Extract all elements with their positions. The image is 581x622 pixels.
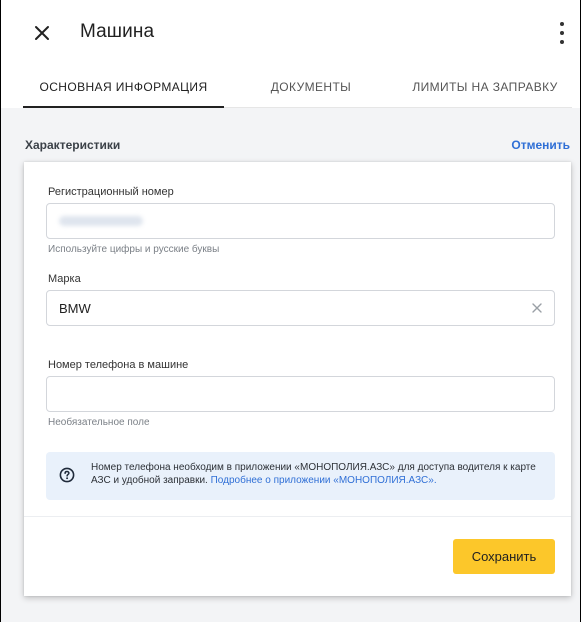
app-info-link[interactable]: Подробнее о приложении «МОНОПОЛИЯ.АЗС». bbox=[211, 475, 437, 486]
phone-input[interactable] bbox=[46, 376, 555, 412]
cancel-link[interactable]: Отменить bbox=[511, 138, 570, 152]
card-divider bbox=[24, 516, 571, 517]
tab-main-info[interactable]: Основная информация bbox=[23, 66, 224, 108]
tab-documents[interactable]: Документы bbox=[224, 66, 398, 108]
registration-value-blurred bbox=[59, 216, 143, 226]
section-title: Характеристики bbox=[25, 138, 121, 152]
phone-label: Номер телефона в машине bbox=[48, 359, 189, 371]
registration-label: Регистрационный номер bbox=[48, 186, 174, 198]
close-icon[interactable] bbox=[32, 23, 52, 43]
registration-input[interactable] bbox=[46, 203, 555, 239]
phone-helper: Необязательное поле bbox=[48, 417, 150, 428]
info-banner: Номер телефона необходим в приложении «М… bbox=[46, 452, 555, 500]
characteristics-card: Регистрационный номер Используйте цифры … bbox=[24, 162, 571, 596]
vehicle-dialog: Машина Основная информация Документы Лим… bbox=[1, 0, 580, 622]
dialog-title: Машина bbox=[80, 21, 155, 42]
registration-helper: Используйте цифры и русские буквы bbox=[48, 244, 220, 255]
brand-value: BMW bbox=[59, 300, 91, 316]
question-circle-icon bbox=[59, 467, 75, 483]
dialog-header: Машина bbox=[1, 0, 580, 66]
more-options-icon[interactable] bbox=[557, 22, 567, 44]
brand-label: Марка bbox=[48, 273, 81, 285]
brand-input[interactable]: BMW bbox=[46, 290, 555, 326]
tab-bar: Основная информация Документы Лимиты на … bbox=[1, 66, 580, 108]
info-text: Номер телефона необходим в приложении «М… bbox=[91, 461, 546, 487]
save-button[interactable]: Сохранить bbox=[453, 539, 555, 574]
clear-icon[interactable] bbox=[530, 301, 544, 315]
tab-refuel-limits[interactable]: Лимиты на заправку bbox=[398, 66, 572, 108]
